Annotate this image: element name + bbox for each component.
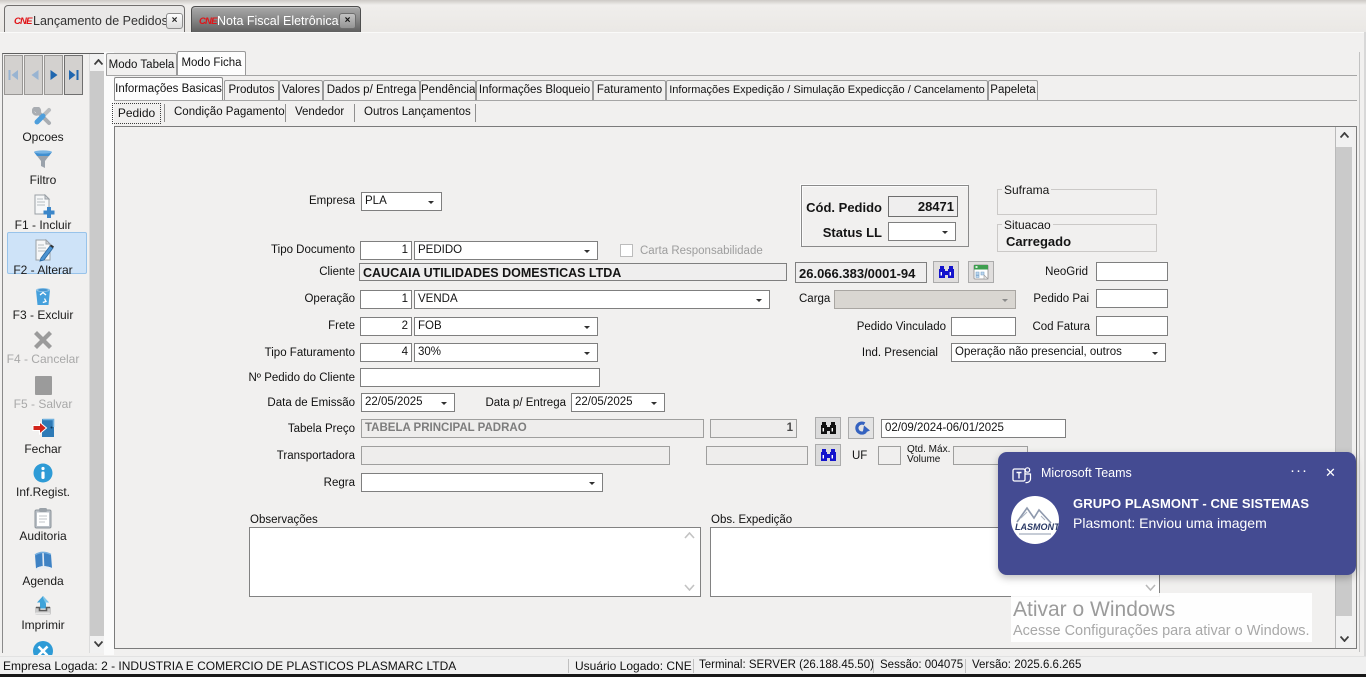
svg-text:LASMONT: LASMONT — [1015, 522, 1059, 532]
